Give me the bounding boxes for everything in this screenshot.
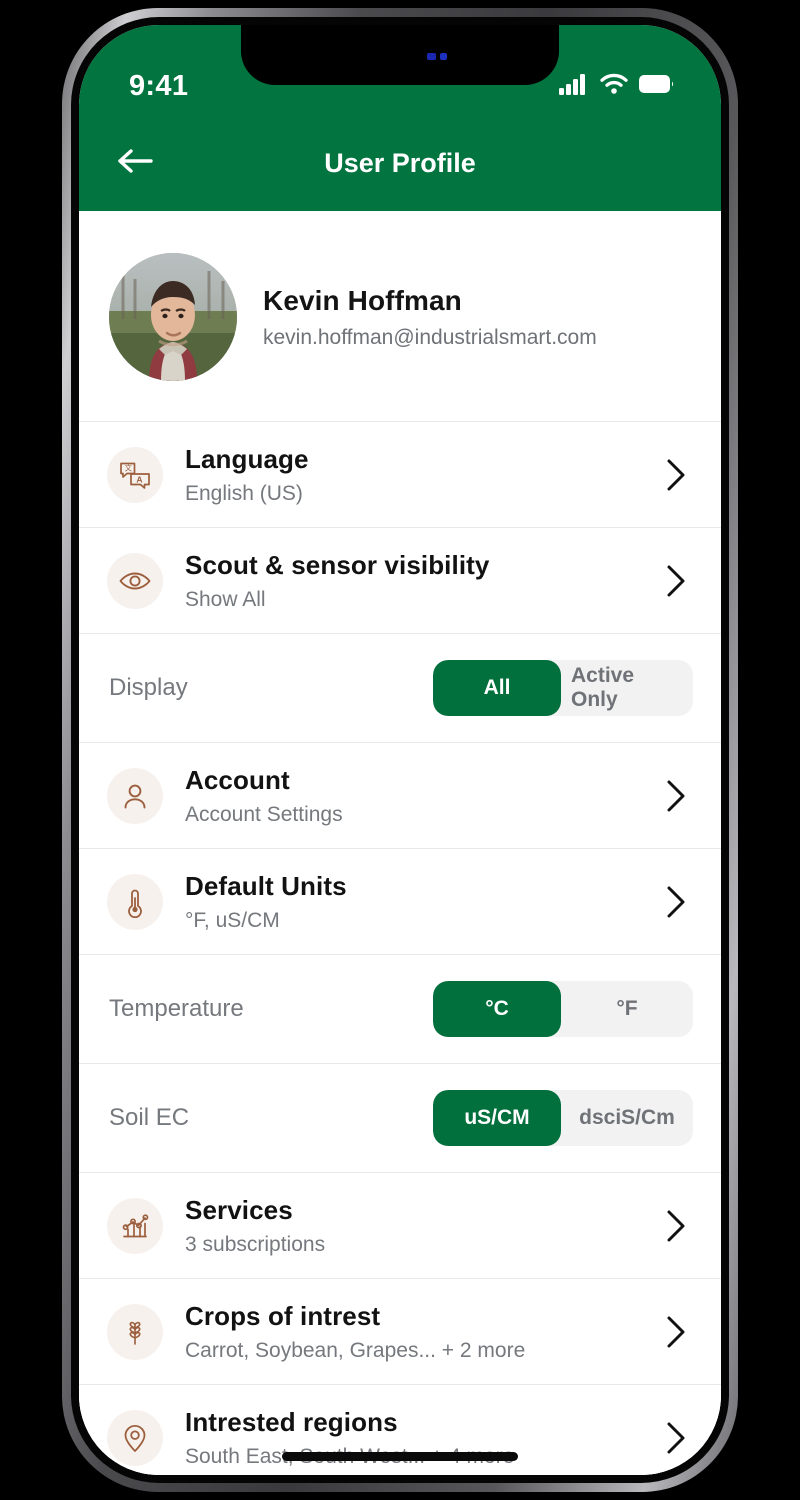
eye-icon xyxy=(107,552,163,609)
setting-row-crops-of-interest[interactable]: Crops of intrest Carrot, Soybean, Grapes… xyxy=(79,1279,721,1384)
setting-title: Services xyxy=(185,1194,293,1225)
segment-option-active-only[interactable]: Active Only xyxy=(561,660,693,716)
front-camera-dot xyxy=(427,53,436,60)
toggle-label-temperature: Temperature xyxy=(109,995,244,1022)
home-indicator[interactable] xyxy=(282,1452,518,1461)
toggle-label-display: Display xyxy=(109,674,188,701)
content-sheet: Kevin Hoffman kevin.hoffman@industrialsm… xyxy=(79,211,721,1475)
setting-subtitle: °F, uS/CM xyxy=(185,908,280,932)
user-avatar-photo xyxy=(109,253,237,381)
status-icon-group xyxy=(559,73,675,100)
device-notch xyxy=(241,25,559,85)
avatar xyxy=(109,253,237,381)
phone-screen: 9:41 User Profile Kevin Hoffman kevin.ho… xyxy=(79,25,721,1475)
segment-option-dscis-cm[interactable]: dsciS/Cm xyxy=(561,1090,693,1146)
phone-bezel: 9:41 User Profile Kevin Hoffman kevin.ho… xyxy=(71,17,729,1483)
setting-row-text: Default Units °F, uS/CM xyxy=(185,871,659,933)
profile-header[interactable]: Kevin Hoffman kevin.hoffman@industrialsm… xyxy=(79,211,721,421)
back-arrow-icon xyxy=(116,146,154,181)
front-sensor-dot xyxy=(440,53,447,60)
translate-icon: 文 A xyxy=(107,446,163,503)
setting-row-text: Language English (US) xyxy=(185,444,659,506)
chevron-right-icon[interactable] xyxy=(659,1209,693,1243)
chevron-right-icon[interactable] xyxy=(659,564,693,598)
page-title: User Profile xyxy=(324,147,476,178)
setting-row-default-units[interactable]: Default Units °F, uS/CM xyxy=(79,849,721,954)
setting-row-scout-sensor-visibility[interactable]: Scout & sensor visibility Show All xyxy=(79,528,721,633)
cellular-signal-icon xyxy=(559,73,589,100)
segmented-control-temperature: °C °F xyxy=(433,981,693,1037)
setting-subtitle: Account Settings xyxy=(185,802,343,826)
setting-title: Language xyxy=(185,443,309,474)
chevron-right-icon[interactable] xyxy=(659,1315,693,1349)
segmented-control-display: All Active Only xyxy=(433,660,693,716)
map-pin-icon xyxy=(107,1409,163,1466)
thermometer-icon xyxy=(107,873,163,930)
chevron-right-icon[interactable] xyxy=(659,779,693,813)
setting-subtitle: English (US) xyxy=(185,481,303,505)
svg-text:A: A xyxy=(136,474,142,484)
chart-icon xyxy=(107,1197,163,1254)
segment-option-fahrenheit[interactable]: °F xyxy=(561,981,693,1037)
profile-email: kevin.hoffman@industrialsmart.com xyxy=(263,325,597,349)
segment-option-celsius[interactable]: °C xyxy=(433,981,561,1037)
chevron-right-icon[interactable] xyxy=(659,885,693,919)
setting-row-text: Scout & sensor visibility Show All xyxy=(185,550,659,612)
phone-frame: 9:41 User Profile Kevin Hoffman kevin.ho… xyxy=(62,8,738,1492)
toggle-label-soil-ec: Soil EC xyxy=(109,1104,190,1131)
status-clock: 9:41 xyxy=(129,69,189,102)
segmented-control-soil-ec: uS/CM dsciS/Cm xyxy=(433,1090,693,1146)
app-header: 9:41 User Profile xyxy=(79,25,721,211)
setting-row-text: Account Account Settings xyxy=(185,765,659,827)
person-icon xyxy=(107,767,163,824)
setting-title: Crops of intrest xyxy=(185,1300,381,1331)
profile-name: Kevin Hoffman xyxy=(263,284,462,316)
setting-subtitle: Carrot, Soybean, Grapes... + 2 more xyxy=(185,1338,526,1362)
wheat-icon xyxy=(107,1303,163,1360)
toggle-row-temperature: Temperature °C °F xyxy=(79,955,721,1063)
svg-text:文: 文 xyxy=(125,463,133,472)
segment-option-all[interactable]: All xyxy=(433,660,561,716)
screenshot-stage: 9:41 User Profile Kevin Hoffman kevin.ho… xyxy=(0,0,800,1500)
setting-subtitle: 3 subscriptions xyxy=(185,1232,326,1256)
battery-icon xyxy=(639,74,675,99)
navigation-bar: User Profile xyxy=(79,133,721,193)
setting-title: Intrested regions xyxy=(185,1406,398,1437)
setting-row-services[interactable]: Services 3 subscriptions xyxy=(79,1173,721,1278)
setting-row-text: Crops of intrest Carrot, Soybean, Grapes… xyxy=(185,1301,659,1363)
setting-subtitle: Show All xyxy=(185,587,266,611)
setting-row-text: Services 3 subscriptions xyxy=(185,1195,659,1257)
chevron-right-icon[interactable] xyxy=(659,1421,693,1455)
setting-row-account[interactable]: Account Account Settings xyxy=(79,743,721,848)
setting-title: Default Units xyxy=(185,870,347,901)
back-button[interactable] xyxy=(107,135,163,191)
setting-title: Scout & sensor visibility xyxy=(185,549,490,580)
setting-row-interested-regions[interactable]: Intrested regions South East, South West… xyxy=(79,1385,721,1475)
toggle-row-soil-ec: Soil EC uS/CM dsciS/Cm xyxy=(79,1064,721,1172)
setting-row-language[interactable]: 文 A Language English (US) xyxy=(79,422,721,527)
chevron-right-icon[interactable] xyxy=(659,458,693,492)
wifi-icon xyxy=(600,73,628,100)
profile-text: Kevin Hoffman kevin.hoffman@industrialsm… xyxy=(263,285,597,350)
setting-title: Account xyxy=(185,764,290,795)
toggle-row-display: Display All Active Only xyxy=(79,634,721,742)
segment-option-us-cm[interactable]: uS/CM xyxy=(433,1090,561,1146)
